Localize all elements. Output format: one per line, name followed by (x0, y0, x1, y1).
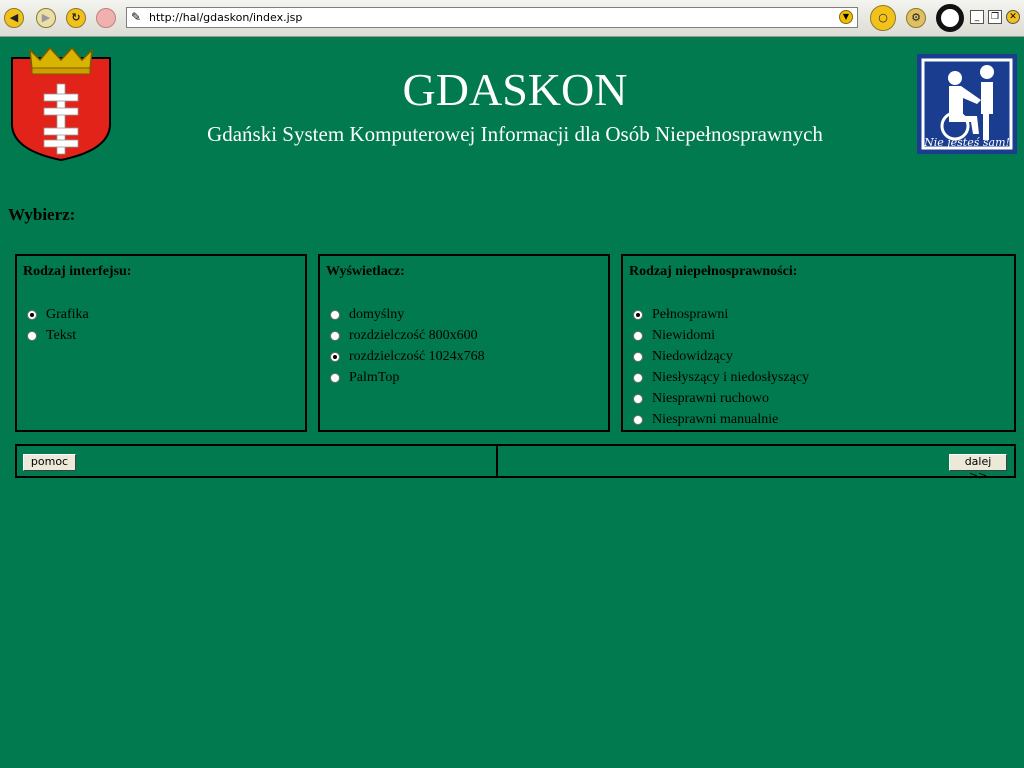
radio-option-disability[interactable]: Pełnosprawni (633, 304, 809, 325)
reload-icon[interactable]: ↻ (66, 8, 86, 28)
divider (496, 446, 498, 476)
forward-icon[interactable]: ▶ (36, 8, 56, 28)
settings-icon[interactable]: ⚙ (906, 8, 926, 28)
radio-option-display[interactable]: rozdzielczość 1024x768 (330, 346, 485, 367)
display-heading: Wyświetlacz: (326, 264, 405, 279)
radio-label: Niesprawni manualnie (652, 411, 779, 427)
radio-label: Niedowidzący (652, 348, 733, 364)
disability-support-logo: Nie jesteś sam! (917, 54, 1017, 154)
radio-option-disability[interactable]: Niesprawni ruchowo (633, 388, 809, 409)
logo-tagline: Nie jesteś sam! (923, 136, 1010, 149)
address-bar[interactable]: ✎ http://hal/gdaskon/index.jsp ▼ (126, 7, 858, 28)
url-text: http://hal/gdaskon/index.jsp (149, 11, 303, 24)
activity-icon (936, 4, 964, 32)
radio-option-disability[interactable]: Niesprawni manualnie (633, 409, 809, 430)
radio-button[interactable] (330, 330, 340, 341)
browser-toolbar: ◀ ▶ ↻ ✎ http://hal/gdaskon/index.jsp ▼ ○… (0, 0, 1024, 37)
radio-option-display[interactable]: PalmTop (330, 367, 485, 388)
radio-button[interactable] (633, 309, 643, 320)
radio-label: rozdzielczość 1024x768 (349, 348, 485, 364)
radio-button[interactable] (330, 309, 340, 320)
radio-button[interactable] (633, 393, 643, 404)
site-title: GDASKON (402, 64, 628, 115)
radio-label: Tekst (46, 327, 77, 343)
minimize-icon[interactable]: _ (970, 10, 984, 24)
back-icon[interactable]: ◀ (4, 8, 24, 28)
radio-button[interactable] (330, 351, 340, 362)
radio-label: rozdzielczość 800x600 (349, 327, 478, 343)
navigation-bar: pomoc dalej >> (15, 444, 1016, 482)
display-panel: Wyświetlacz: domyślny rozdzielczość 800x6… (318, 254, 610, 432)
radio-option-disability[interactable]: Niesłyszący i niedosłyszący (633, 367, 809, 388)
radio-button[interactable] (27, 330, 37, 341)
interface-heading: Rodzaj interfejsu: (23, 264, 132, 279)
radio-option-disability[interactable]: Niedowidzący (633, 346, 809, 367)
radio-label: Niewidomi (652, 327, 715, 343)
radio-label: Niesprawni ruchowo (652, 390, 770, 406)
radio-label: PalmTop (349, 369, 400, 385)
radio-button[interactable] (633, 414, 643, 425)
radio-option-display[interactable]: domyślny (330, 304, 485, 325)
radio-label: domyślny (349, 306, 405, 322)
restore-icon[interactable]: ❐ (988, 10, 1002, 24)
close-icon[interactable]: ✕ (1006, 10, 1020, 24)
disability-type-panel: Rodzaj niepełnosprawności: Pełnosprawni N… (621, 254, 1016, 432)
interface-options: Grafika Tekst (27, 304, 89, 346)
radio-option-display[interactable]: rozdzielczość 800x600 (330, 325, 485, 346)
radio-label: Pełnosprawni (652, 306, 729, 322)
radio-button[interactable] (633, 330, 643, 341)
radio-label: Niesłyszący i niedosłyszący (652, 369, 810, 385)
radio-button[interactable] (633, 351, 643, 362)
interface-type-panel: Rodzaj interfejsu: Grafika Tekst (15, 254, 307, 432)
radio-option-interface[interactable]: Grafika (27, 304, 89, 325)
disability-options: Pełnosprawni Niewidomi Niedowidzący Niesłys… (633, 304, 809, 430)
help-button[interactable]: pomoc (23, 454, 76, 471)
radio-button[interactable] (633, 372, 643, 383)
site-subtitle: Gdański System Komputerowej Informacji d… (207, 122, 823, 146)
search-icon[interactable]: ○ (870, 5, 896, 31)
radio-button[interactable] (27, 309, 37, 320)
choose-label: Wybierz: (8, 205, 76, 224)
page-icon: ✎ (131, 10, 142, 24)
radio-option-disability[interactable]: Niewidomi (633, 325, 809, 346)
radio-label: Grafika (46, 306, 89, 322)
radio-button[interactable] (330, 372, 340, 383)
radio-option-interface[interactable]: Tekst (27, 325, 89, 346)
stop-icon[interactable] (96, 8, 116, 28)
display-options: domyślny rozdzielczość 800x600 rozdzielczo… (330, 304, 485, 388)
dropdown-icon[interactable]: ▼ (839, 10, 853, 24)
next-button[interactable]: dalej >> (949, 454, 1007, 482)
disability-heading: Rodzaj niepełnosprawności: (629, 264, 798, 279)
